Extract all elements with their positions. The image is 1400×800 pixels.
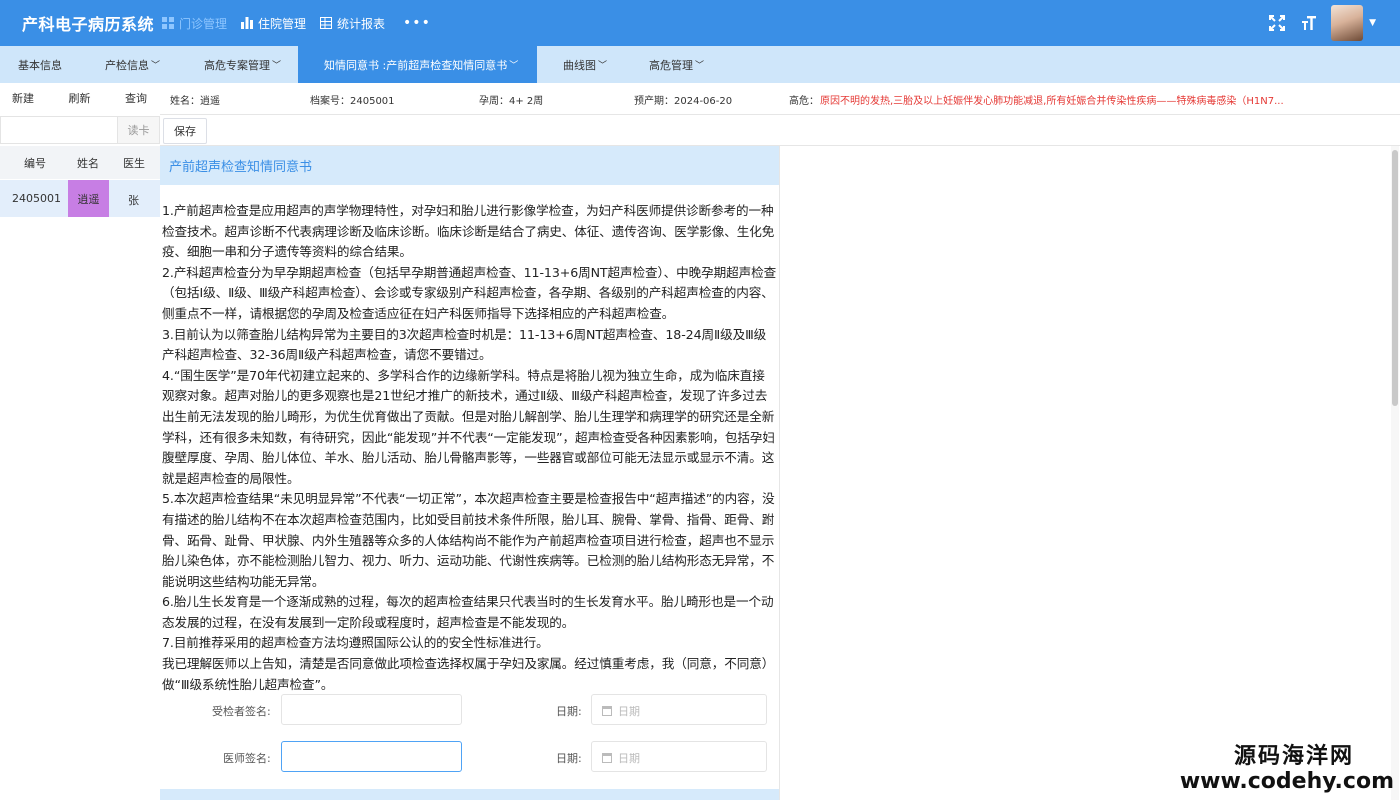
- query-button[interactable]: 查询: [125, 90, 147, 106]
- tab-bar: 基本信息 产检信息 ﹀ 高危专案管理 ﹀ 知情同意书 :产前超声检查知情同意书 ﹀ 曲…: [0, 46, 1400, 83]
- date-placeholder: 日期: [618, 752, 640, 765]
- patient-sign-row: 受检者签名: 日期: 日期: [160, 694, 779, 726]
- watermark: 源码海洋网 www.codehy.com: [1180, 744, 1394, 794]
- watermark-en: www.codehy.com: [1179, 769, 1394, 794]
- patient-risk-label: 高危：: [789, 96, 819, 107]
- doc-paragraph: 4.“围生医学”是70年代初建立起来的、多学科合作的边缘新学科。特点是将胎儿视为…: [162, 367, 775, 486]
- nav-outpatient[interactable]: 门诊管理: [162, 15, 227, 32]
- tab-high-risk-case[interactable]: 高危专案管理 ﹀: [185, 46, 298, 83]
- search-row: 读卡: [0, 114, 160, 144]
- patient-due-date: 预产期：2024-06-20: [634, 96, 733, 107]
- table-icon: [320, 17, 333, 29]
- avatar[interactable]: [1331, 5, 1364, 41]
- patient-sign-label: 受检者签名:: [212, 705, 271, 718]
- tab-label: 产检信息: [105, 58, 149, 72]
- doctor-sign-label: 医师签名:: [223, 752, 271, 765]
- doc-footer-bar: [160, 789, 779, 800]
- nav-reports[interactable]: 统计报表: [320, 15, 385, 32]
- scrollbar-thumb[interactable]: [1392, 150, 1398, 406]
- doc-paragraph: 我已理解医师以上告知，清楚是否同意做此项检查选择权属于孕妇及家属。经过慎重考虑，…: [162, 656, 775, 692]
- tab-label: 高危管理: [649, 58, 693, 72]
- column-header-name: 姓名: [77, 157, 99, 170]
- chevron-down-icon[interactable]: ▼: [1369, 18, 1376, 28]
- nav-inpatient-label: 住院管理: [258, 16, 307, 31]
- doctor-sign-input[interactable]: [281, 741, 462, 772]
- patient-sign-date-picker[interactable]: 日期: [591, 694, 767, 725]
- grid-icon: [162, 17, 174, 29]
- nav-reports-label: 统计报表: [337, 16, 386, 31]
- doc-paragraph: 5.本次超声检查结果“未见明显异常”不代表“一切正常”，本次超声检查主要是检查报…: [162, 491, 775, 589]
- chevron-down-icon: ﹀: [695, 61, 705, 71]
- patient-gestation: 孕周：4+ 2周: [479, 96, 544, 107]
- doctor-sign-row: 医师签名: 日期: 日期: [160, 741, 779, 773]
- chevron-down-icon: ﹀: [509, 61, 519, 71]
- doctor-sign-date-picker[interactable]: 日期: [591, 741, 767, 772]
- refresh-button[interactable]: 刷新: [69, 90, 91, 106]
- date-placeholder: 日期: [618, 705, 640, 718]
- calendar-icon: [602, 706, 612, 716]
- tab-prenatal-info[interactable]: 产检信息 ﹀: [80, 46, 185, 83]
- watermark-cn: 源码海洋网: [1233, 744, 1354, 769]
- doc-body: 1.产前超声检查是应用超声的声学物理特性，对孕妇和胎儿进行影像学检查，为妇产科医…: [160, 185, 779, 695]
- patient-info-bar: 姓名：逍遥 档案号：2405001 孕周：4+ 2周 预产期：2024-06-2…: [160, 83, 1400, 113]
- tab-label: 高危专案管理: [204, 58, 270, 72]
- calendar-icon: [602, 753, 612, 763]
- read-card-button[interactable]: 读卡: [118, 116, 160, 144]
- tab-curve[interactable]: 曲线图 ﹀: [537, 46, 624, 83]
- tab-basic-info[interactable]: 基本信息: [0, 46, 80, 83]
- doc-title: 产前超声检查知情同意书: [160, 146, 779, 185]
- page-scrollbar[interactable]: [1391, 146, 1399, 800]
- nav-outpatient-label: 门诊管理: [179, 16, 228, 31]
- font-size-icon[interactable]: [1299, 13, 1319, 33]
- patient-actions: 新建 刷新 查询: [0, 83, 160, 113]
- patient-grid-header: 编号 姓名 医生: [0, 146, 160, 179]
- tab-consent[interactable]: 知情同意书 :产前超声检查知情同意书 ﹀: [298, 46, 537, 83]
- top-right-tools: ▼: [1255, 0, 1376, 46]
- chevron-down-icon: ﹀: [272, 61, 282, 71]
- top-nav: 门诊管理 住院管理 统计报表 •••: [162, 15, 431, 32]
- nav-inpatient[interactable]: 住院管理: [241, 15, 306, 32]
- search-input[interactable]: [0, 116, 118, 144]
- app-title: 产科电子病历系统: [22, 15, 155, 34]
- chevron-down-icon: ﹀: [598, 61, 608, 71]
- bar-chart-icon: [241, 17, 254, 29]
- column-header-id: 编号: [24, 157, 46, 170]
- date-label: 日期:: [556, 705, 582, 718]
- row-doctor: 张: [128, 194, 139, 207]
- tab-label: 基本信息: [18, 58, 62, 72]
- chevron-down-icon: ﹀: [151, 61, 161, 71]
- row-name: 逍遥: [68, 180, 109, 217]
- row-id: 2405001: [12, 192, 61, 205]
- tab-high-risk-mgmt[interactable]: 高危管理 ﹀: [624, 46, 724, 83]
- tab-label: 曲线图: [563, 58, 596, 72]
- patient-sign-input[interactable]: [281, 694, 462, 725]
- fullscreen-icon[interactable]: [1267, 13, 1287, 33]
- doc-paragraph: 7.目前推荐采用的超声检查方法均遵照国际公认的的安全性标准进行。: [162, 635, 549, 651]
- patient-risk-text: 原因不明的发热,三胎及以上妊娠伴发心肺功能减退,所有妊娠合并传染性疾病——特殊病…: [820, 96, 1284, 107]
- new-button[interactable]: 新建: [12, 90, 34, 106]
- doc-paragraph: 3.目前认为以筛查胎儿结构异常为主要目的3次超声检查时机是：11-13+6周NT…: [162, 326, 767, 363]
- column-header-doctor: 医生: [123, 157, 145, 170]
- tab-label: 知情同意书 :产前超声检查知情同意书: [324, 58, 508, 72]
- consent-document: 产前超声检查知情同意书 1.产前超声检查是应用超声的声学物理特性，对孕妇和胎儿进…: [160, 146, 780, 800]
- doc-toolbar: 保存: [160, 114, 1400, 146]
- more-menu-button[interactable]: •••: [403, 15, 431, 31]
- table-row[interactable]: 2405001 逍遥 张: [0, 180, 160, 217]
- top-bar: 产科电子病历系统 门诊管理 住院管理 统计报表 ••• ▼: [0, 0, 1400, 46]
- save-button[interactable]: 保存: [163, 118, 207, 144]
- date-label: 日期:: [556, 752, 582, 765]
- doc-paragraph: 1.产前超声检查是应用超声的声学物理特性，对孕妇和胎儿进行影像学检查，为妇产科医…: [162, 203, 775, 260]
- patient-name: 姓名：逍遥: [170, 96, 220, 107]
- doc-paragraph: 2.产科超声检查分为早孕期超声检查（包括早孕期普通超声检查、11-13+6周NT…: [162, 264, 777, 321]
- doc-paragraph: 6.胎儿生长发育是一个逐渐成熟的过程，每次的超声检查结果只代表当时的生长发育水平…: [162, 594, 774, 630]
- patient-file-no: 档案号：2405001: [310, 96, 395, 107]
